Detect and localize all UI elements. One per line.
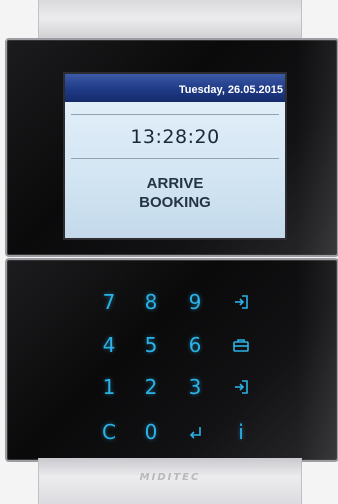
status-line-2: BOOKING xyxy=(139,194,211,211)
leave-key[interactable] xyxy=(226,372,256,402)
enter-key[interactable] xyxy=(180,417,210,447)
status-line-1: ARRIVE xyxy=(146,175,204,192)
brand-logo: MIDITEC xyxy=(139,472,201,483)
top-cap xyxy=(38,0,302,40)
key-3[interactable]: 3 xyxy=(180,372,210,402)
enter-return-icon xyxy=(180,424,210,440)
screen-divider xyxy=(71,158,279,159)
key-4[interactable]: 4 xyxy=(94,330,124,360)
key-0[interactable]: 0 xyxy=(136,417,166,447)
briefcase-icon xyxy=(226,337,256,353)
date-display: Tuesday, 26.05.2015 xyxy=(178,84,283,96)
screen-divider xyxy=(71,114,279,115)
login-arrow-icon xyxy=(226,379,256,395)
login-arrow-icon xyxy=(226,294,256,310)
key-2[interactable]: 2 xyxy=(136,372,166,402)
key-5[interactable]: 5 xyxy=(136,330,166,360)
time-terminal-device: Tuesday, 26.05.2015 13:28:20 ARRIVE BOOK… xyxy=(0,0,338,504)
key-9[interactable]: 9 xyxy=(180,287,210,317)
clear-key[interactable]: C xyxy=(94,417,124,447)
info-key[interactable]: i xyxy=(226,417,256,447)
key-7[interactable]: 7 xyxy=(94,287,124,317)
key-8[interactable]: 8 xyxy=(136,287,166,317)
key-1[interactable]: 1 xyxy=(94,372,124,402)
time-display: 13:28:20 xyxy=(130,126,220,148)
bottom-cap: MIDITEC xyxy=(38,458,302,504)
keypad-panel xyxy=(5,258,338,462)
key-6[interactable]: 6 xyxy=(180,330,210,360)
screen-header-bar: Tuesday, 26.05.2015 xyxy=(65,74,285,102)
business-trip-key[interactable] xyxy=(226,330,256,360)
arrive-key[interactable] xyxy=(226,287,256,317)
booking-status: ARRIVE BOOKING xyxy=(65,174,285,212)
lcd-screen: Tuesday, 26.05.2015 13:28:20 ARRIVE BOOK… xyxy=(63,72,287,240)
